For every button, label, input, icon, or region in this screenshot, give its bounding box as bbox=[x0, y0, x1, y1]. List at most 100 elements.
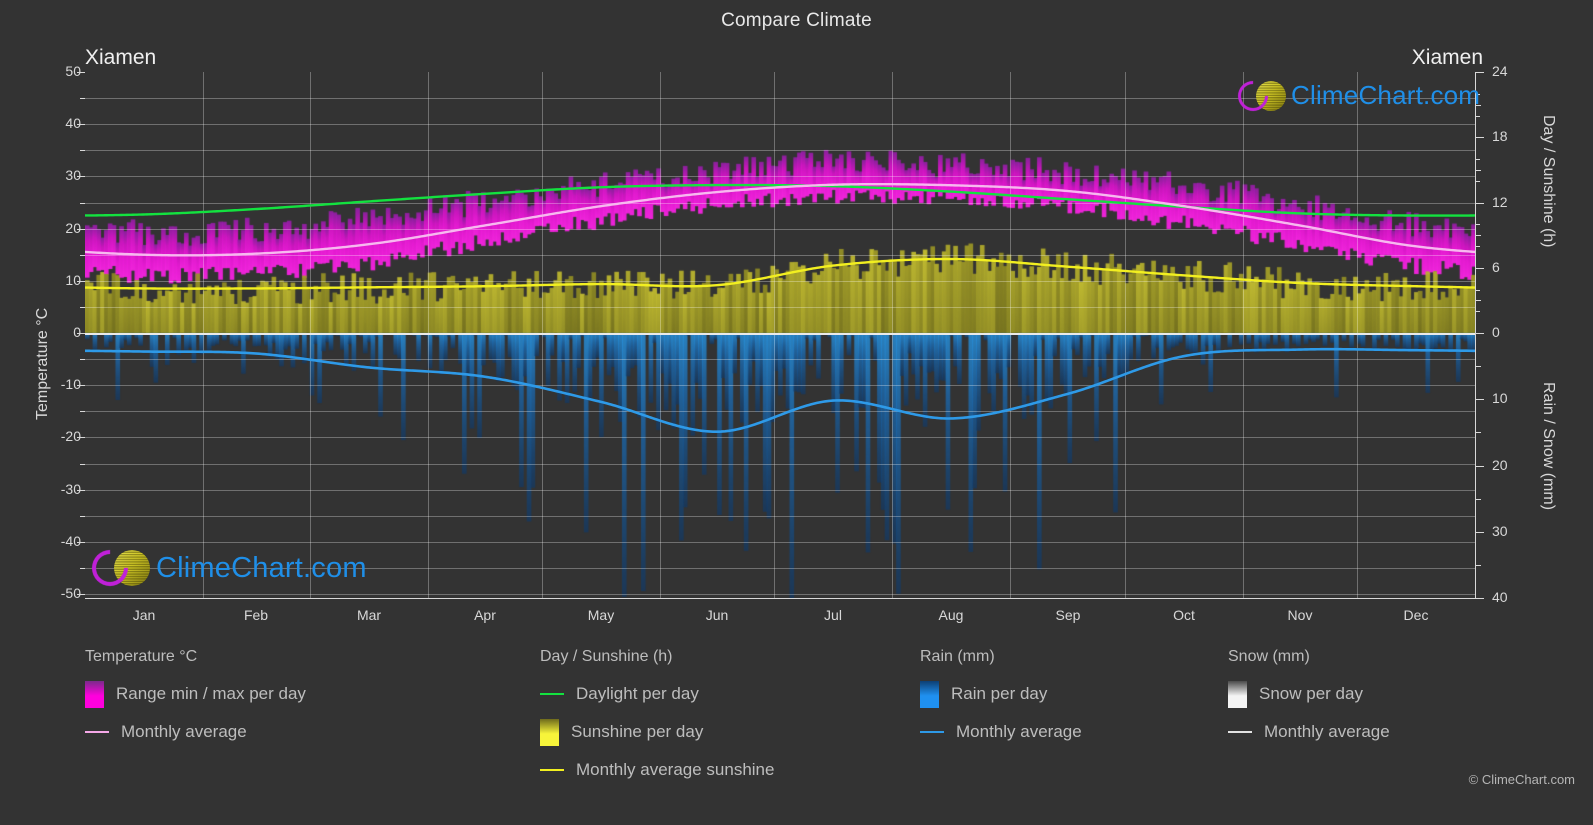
legend-group-snow-mm: Snow (mm) Snow per day Monthly average bbox=[1228, 648, 1390, 755]
x-tick-label-feb: Feb bbox=[243, 607, 269, 623]
legend-line-icon bbox=[1228, 731, 1252, 733]
legend-swatch-icon bbox=[920, 680, 939, 708]
y-tick-minor-left bbox=[80, 516, 85, 517]
y-tick-right-top bbox=[1476, 203, 1484, 204]
y-tick-minor-right-top bbox=[1476, 290, 1480, 291]
legend-group-title: Day / Sunshine (h) bbox=[540, 648, 673, 665]
copyright-text: © ClimeChart.com bbox=[1468, 772, 1575, 787]
y-tick-label-right-bottom: 30 bbox=[1492, 523, 1508, 539]
legend-item-label: Range min / max per day bbox=[116, 684, 306, 703]
line-monthly-average-sunshine bbox=[85, 257, 1475, 290]
legend-item[interactable]: Daylight per day bbox=[540, 679, 774, 709]
legend-line-sample bbox=[85, 731, 109, 733]
legend: Temperature °C Range min / max per day Mon… bbox=[0, 648, 1593, 823]
watermark-text-bottom: ClimeChart.com bbox=[156, 551, 367, 584]
legend-group-title: Snow (mm) bbox=[1228, 648, 1310, 665]
legend-line-icon bbox=[540, 769, 564, 771]
y-tick-label-left: -50 bbox=[60, 585, 81, 601]
y-tick-minor-right-bottom bbox=[1476, 565, 1481, 566]
y-axis-label-rain-snow: Rain / Snow (mm) bbox=[1540, 382, 1557, 511]
x-tick-label-sep: Sep bbox=[1055, 607, 1081, 623]
legend-item-label: Sunshine per day bbox=[571, 722, 704, 741]
plot-area bbox=[85, 72, 1475, 598]
y-tick-minor-left bbox=[80, 203, 85, 204]
y-tick-label-left: -40 bbox=[60, 533, 81, 549]
y-tick-label-left: 30 bbox=[65, 167, 81, 183]
line-monthly-average-rain bbox=[85, 347, 1475, 434]
location-label-right: Xiamen bbox=[1411, 46, 1483, 69]
zero-baseline bbox=[85, 333, 1475, 335]
watermark-logo-top: ClimeChart.com bbox=[1231, 74, 1481, 117]
legend-line-sample bbox=[540, 693, 564, 695]
x-tick-label-apr: Apr bbox=[474, 607, 496, 623]
y-tick-label-right-bottom: 40 bbox=[1492, 589, 1508, 605]
y-axis-label-temperature: Temperature °C bbox=[34, 307, 51, 420]
legend-group-day-sunshine-h: Day / Sunshine (h) Daylight per day Sunshi… bbox=[540, 648, 774, 793]
y-tick-minor-right-bottom bbox=[1476, 499, 1481, 500]
x-tick-label-nov: Nov bbox=[1287, 607, 1313, 623]
plot-border-right bbox=[1475, 72, 1476, 599]
y-axis-label-day-sunshine: Day / Sunshine (h) bbox=[1540, 115, 1557, 248]
y-tick-label-left: 40 bbox=[65, 115, 81, 131]
climate-chart-page: Compare Climate Xiamen Xiamen 50 40 30 20 10… bbox=[0, 0, 1593, 825]
y-tick-right-top bbox=[1476, 333, 1484, 334]
legend-item-label: Monthly average bbox=[121, 722, 247, 741]
y-tick-minor-right-top bbox=[1476, 170, 1481, 171]
y-tick-minor-right-top bbox=[1476, 116, 1480, 117]
legend-item[interactable]: Rain per day bbox=[920, 679, 1082, 709]
legend-item[interactable]: Range min / max per day bbox=[85, 679, 306, 709]
x-tick-label-may: May bbox=[587, 607, 615, 623]
y-tick-minor-right-top bbox=[1476, 159, 1480, 160]
legend-line-sample bbox=[540, 769, 564, 771]
y-tick-minor-left bbox=[80, 359, 85, 360]
y-tick-minor-left bbox=[80, 98, 85, 99]
legend-item-label: Monthly average sunshine bbox=[576, 760, 775, 779]
x-tick-label-dec: Dec bbox=[1403, 607, 1429, 623]
y-tick-label-left: -20 bbox=[60, 428, 81, 444]
legend-item-label: Monthly average bbox=[956, 722, 1082, 741]
y-tick-right-bottom bbox=[1476, 598, 1484, 599]
legend-item[interactable]: Snow per day bbox=[1228, 679, 1390, 709]
legend-swatch-icon bbox=[1228, 680, 1247, 708]
y-tick-minor-left bbox=[80, 411, 85, 412]
legend-line-sample bbox=[1228, 731, 1252, 733]
y-tick-minor-left bbox=[80, 255, 85, 256]
y-tick-right-bottom bbox=[1476, 399, 1484, 400]
legend-group-rain-mm: Rain (mm) Rain per day Monthly average bbox=[920, 648, 1082, 755]
legend-item-label: Daylight per day bbox=[576, 684, 699, 703]
watermark-text-top: ClimeChart.com bbox=[1291, 80, 1481, 110]
y-tick-minor-right-top bbox=[1476, 311, 1480, 312]
x-tick-label-aug: Aug bbox=[938, 607, 964, 623]
y-tick-minor-left bbox=[80, 568, 85, 569]
y-tick-minor-right-bottom bbox=[1476, 432, 1481, 433]
legend-item-label: Monthly average bbox=[1264, 722, 1390, 741]
y-tick-minor-right-top bbox=[1476, 300, 1481, 301]
y-tick-label-right-top: 6 bbox=[1492, 259, 1500, 275]
legend-item[interactable]: Monthly average bbox=[1228, 717, 1390, 747]
legend-group-temperature-c: Temperature °C Range min / max per day Mon… bbox=[85, 648, 306, 755]
x-tick-label-jul: Jul bbox=[824, 607, 842, 623]
legend-swatch-icon bbox=[85, 680, 104, 708]
plot-border-bottom bbox=[85, 598, 1476, 599]
y-tick-minor-left bbox=[80, 307, 85, 308]
legend-line-sample bbox=[920, 731, 944, 733]
legend-item-label: Snow per day bbox=[1259, 684, 1363, 703]
legend-item[interactable]: Sunshine per day bbox=[540, 717, 774, 747]
y-tick-label-right-top: 0 bbox=[1492, 324, 1500, 340]
legend-swatch-icon bbox=[540, 718, 559, 746]
y-tick-minor-right-top bbox=[1476, 246, 1480, 247]
location-label-left: Xiamen bbox=[85, 46, 157, 69]
line-daylight-per-day bbox=[85, 183, 1475, 217]
x-tick-label-mar: Mar bbox=[356, 607, 382, 623]
legend-item[interactable]: Monthly average bbox=[85, 717, 306, 747]
legend-item[interactable]: Monthly average bbox=[920, 717, 1082, 747]
y-tick-minor-right-bottom bbox=[1476, 366, 1481, 367]
y-tick-minor-left bbox=[80, 464, 85, 465]
y-tick-label-right-top: 24 bbox=[1492, 63, 1508, 79]
x-tick-label-oct: Oct bbox=[1173, 607, 1195, 623]
legend-line-icon bbox=[85, 731, 109, 733]
series-lines bbox=[85, 182, 1475, 434]
legend-item[interactable]: Monthly average sunshine bbox=[540, 755, 774, 785]
y-tick-label-left: 20 bbox=[65, 220, 81, 236]
legend-line-icon bbox=[920, 731, 944, 733]
